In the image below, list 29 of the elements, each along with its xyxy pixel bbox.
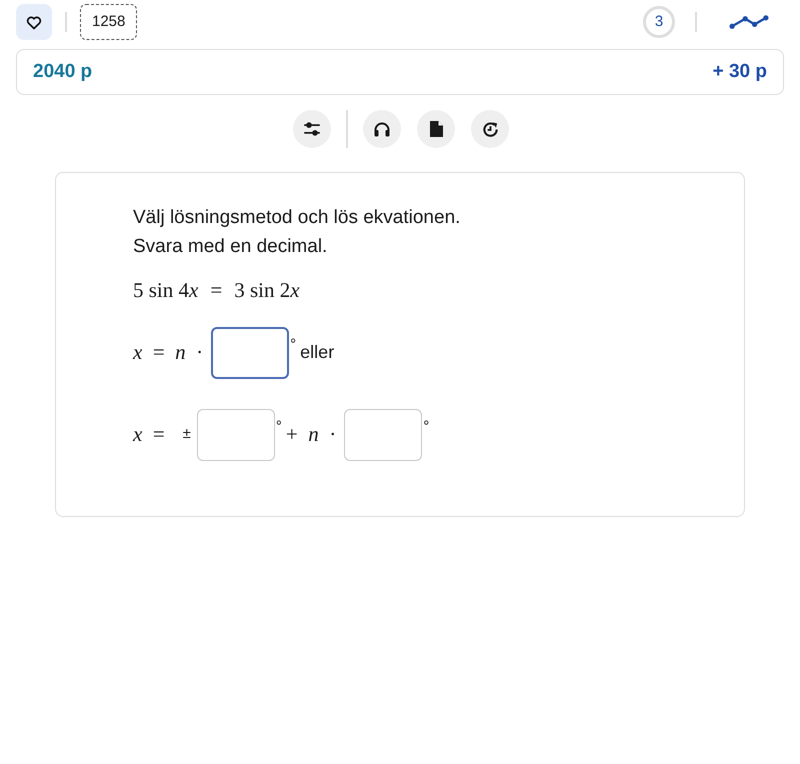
math-expression: + n · [286, 420, 336, 448]
task-number-badge: 1258 [80, 4, 138, 40]
restart-button[interactable] [471, 110, 509, 148]
plus-minus-sign: ± [182, 424, 191, 444]
sliders-icon [303, 122, 321, 136]
answer-field[interactable] [344, 408, 422, 460]
restart-icon [482, 120, 498, 138]
instruction-text: Svara med en decimal. [133, 235, 328, 259]
math-expression: x = n · [133, 338, 204, 366]
instruction-text: Välj lösningsmetod och lös ekvationen. [133, 206, 462, 230]
counter-badge: 3 [643, 6, 675, 38]
document-button[interactable] [417, 110, 455, 148]
audio-button[interactable] [363, 110, 401, 148]
points-gain: + 30 p [712, 60, 767, 84]
document-icon [430, 121, 442, 137]
degree-sign: ° [423, 416, 430, 436]
trend-line-icon[interactable] [729, 14, 769, 30]
degree-sign: ° [290, 334, 296, 354]
headphones-icon [373, 121, 391, 137]
answer-field[interactable] [211, 326, 290, 378]
conjunction-text: eller [300, 341, 334, 364]
sliders-button[interactable] [293, 110, 331, 148]
favorite-button[interactable] [16, 4, 52, 40]
points-total: 2040 p [33, 60, 92, 84]
answer-field[interactable] [196, 408, 275, 460]
math-expression: x = [133, 420, 165, 448]
equation: 5 sin 4x = 3 sin 2x [133, 277, 300, 304]
heart-icon [25, 14, 43, 30]
degree-sign: ° [276, 416, 282, 436]
